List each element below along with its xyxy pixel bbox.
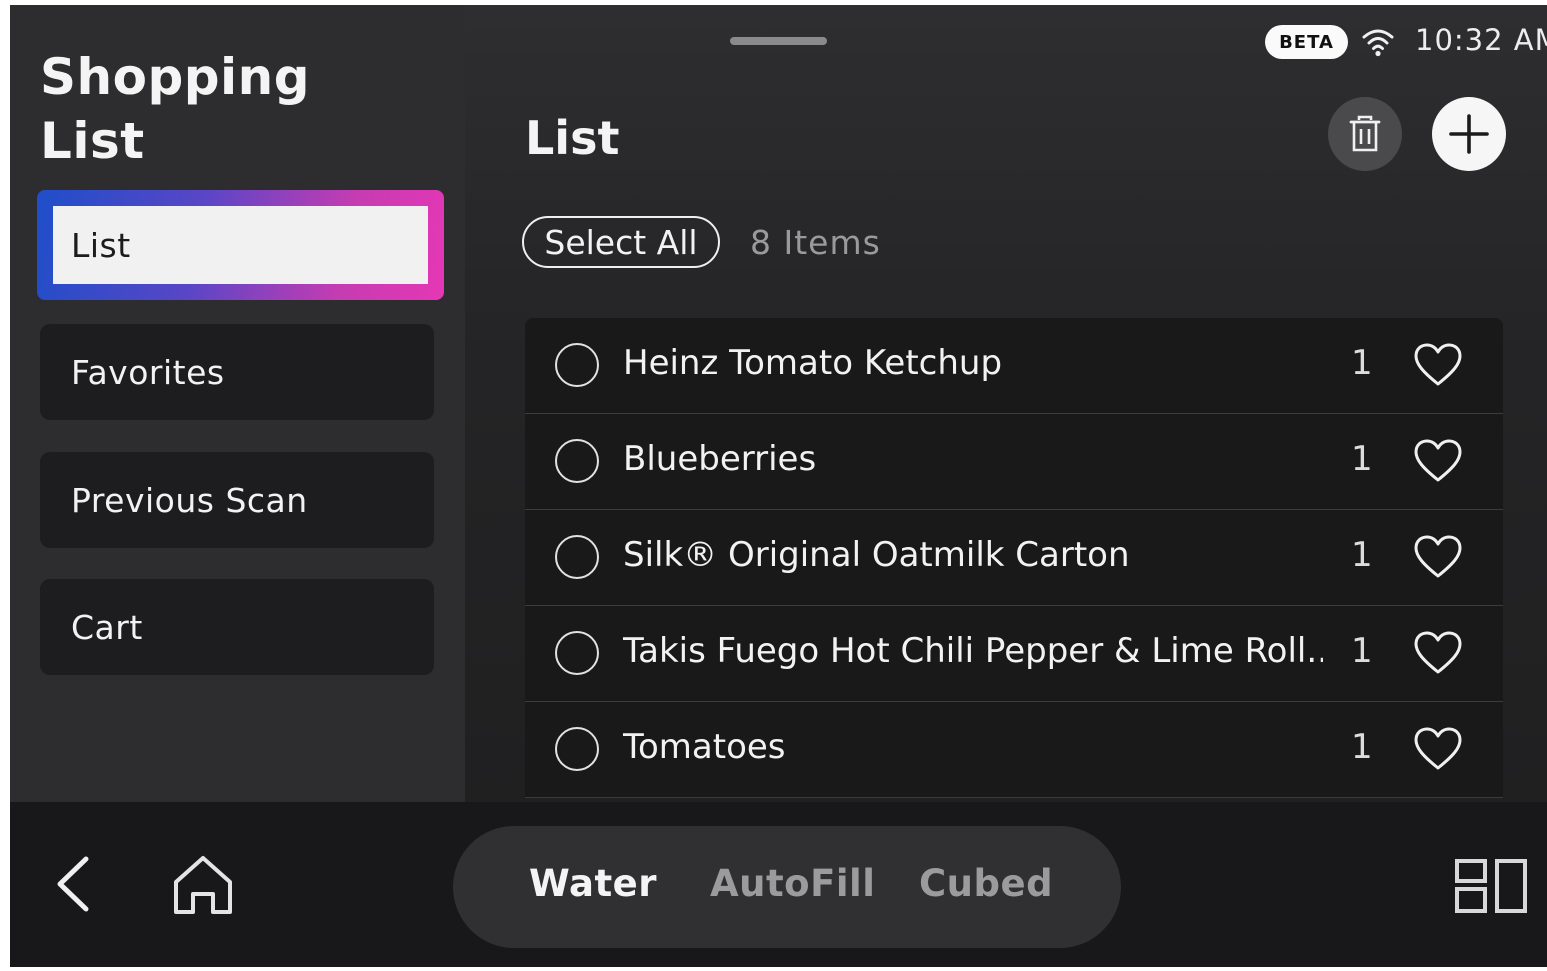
item-checkbox[interactable] [555,535,599,579]
add-item-button[interactable] [1432,97,1506,171]
mode-autofill-button[interactable]: AutoFill [710,862,875,905]
list-item[interactable]: Blueberries 1 [525,414,1503,510]
sidebar-item-list[interactable]: List [37,190,444,300]
item-quantity[interactable]: 1 [1351,727,1373,767]
mode-cubed-button[interactable]: Cubed [919,862,1053,905]
sidebar: Shopping List List Favorites Previous Sc… [10,5,465,802]
bottom-nav-bar: Water AutoFill Cubed [10,802,1547,967]
sidebar-item-favorites[interactable]: Favorites [40,324,434,420]
item-name: Blueberries [623,439,817,479]
favorite-heart-icon[interactable] [1413,438,1463,484]
fridge-screen: Shopping List List Favorites Previous Sc… [10,5,1547,967]
item-quantity[interactable]: 1 [1351,343,1373,383]
plus-icon [1449,114,1489,154]
favorite-heart-icon[interactable] [1413,342,1463,388]
wifi-icon [1362,29,1394,57]
app-title: Shopping List [40,45,440,173]
sidebar-item-label: List [53,206,428,284]
clock: 10:32 AM [1415,23,1547,57]
item-name: Takis Fuego Hot Chili Pepper & Lime Roll… [623,631,1323,671]
list-item[interactable]: Heinz Tomato Ketchup 1 [525,318,1503,414]
item-count: 8 Items [750,223,881,262]
favorite-heart-icon[interactable] [1413,726,1463,772]
item-quantity[interactable]: 1 [1351,631,1373,671]
sidebar-item-previous-scan[interactable]: Previous Scan [40,452,434,548]
mode-water-button[interactable]: Water [529,862,657,905]
select-all-button[interactable]: Select All [522,216,720,268]
item-name: Heinz Tomato Ketchup [623,343,1003,383]
sidebar-item-label: Cart [71,607,143,647]
trash-icon [1349,115,1381,152]
item-quantity[interactable]: 1 [1351,439,1373,479]
drag-handle[interactable] [730,37,827,45]
favorite-heart-icon[interactable] [1413,630,1463,676]
item-quantity[interactable]: 1 [1351,535,1373,575]
item-name: Tomatoes [623,727,786,767]
dispenser-mode-selector: Water AutoFill Cubed [453,826,1121,948]
item-checkbox[interactable] [555,439,599,483]
app-title-line1: Shopping [40,48,311,106]
sidebar-item-label: Favorites [71,352,225,392]
item-checkbox[interactable] [555,727,599,771]
beta-badge: BETA [1265,25,1348,59]
back-chevron-icon[interactable] [50,854,100,914]
sidebar-item-label: Previous Scan [71,480,308,520]
page-title: List [525,111,620,165]
sidebar-item-cart[interactable]: Cart [40,579,434,675]
item-checkbox[interactable] [555,631,599,675]
item-checkbox[interactable] [555,343,599,387]
list-item[interactable]: Tomatoes 1 [525,702,1503,798]
main-panel: BETA 10:32 AM List Select All 8 Items He… [465,5,1547,802]
apps-grid-icon[interactable] [1454,858,1528,914]
favorite-heart-icon[interactable] [1413,534,1463,580]
delete-button[interactable] [1328,97,1402,171]
app-title-line2: List [40,112,145,170]
home-icon[interactable] [170,852,236,918]
list-item[interactable]: Takis Fuego Hot Chili Pepper & Lime Roll… [525,606,1503,702]
item-name: Silk® Original Oatmilk Carton [623,535,1130,575]
shopping-list: Heinz Tomato Ketchup 1 Blueberries 1 Sil… [525,318,1503,798]
list-item[interactable]: Silk® Original Oatmilk Carton 1 [525,510,1503,606]
